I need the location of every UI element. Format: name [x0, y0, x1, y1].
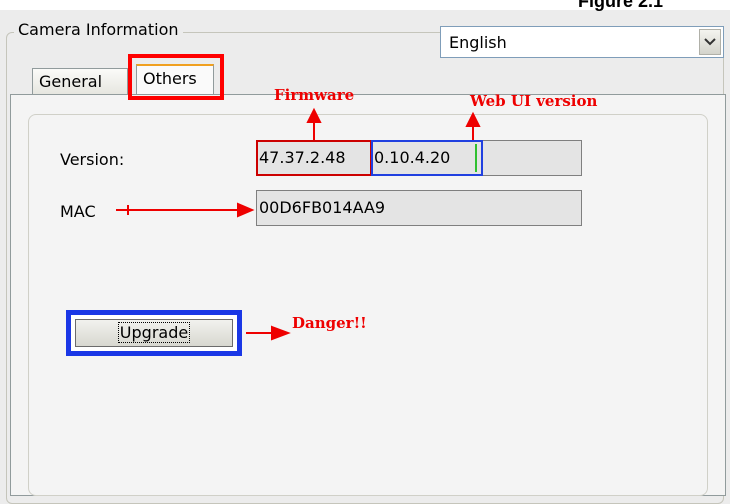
- annotation-arrows: [116, 107, 481, 341]
